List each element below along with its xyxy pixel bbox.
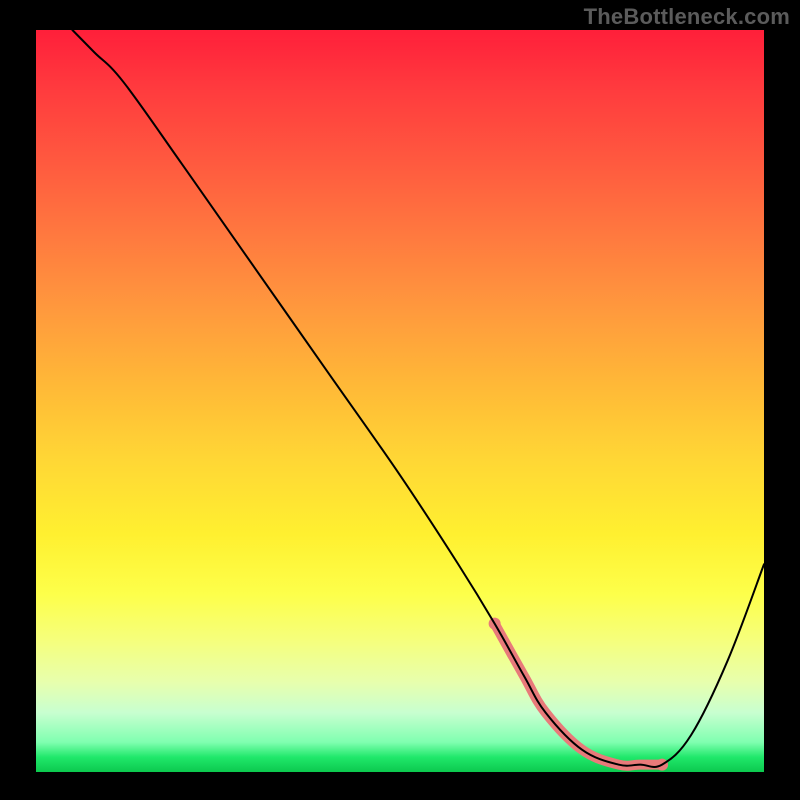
main-curve — [72, 30, 764, 767]
highlight-segment — [495, 624, 662, 766]
watermark-text: TheBottleneck.com — [584, 4, 790, 30]
curve-svg — [36, 30, 764, 772]
plot-area — [36, 30, 764, 772]
chart-frame: TheBottleneck.com — [0, 0, 800, 800]
